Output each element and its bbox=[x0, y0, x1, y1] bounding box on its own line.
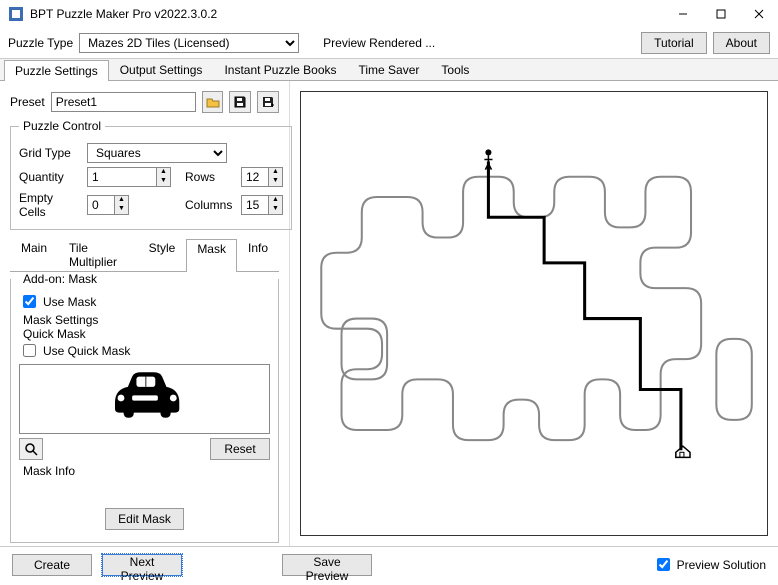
reset-mask-button[interactable]: Reset bbox=[210, 438, 270, 460]
empty-cells-stepper[interactable]: ▲▼ bbox=[115, 195, 129, 215]
quantity-stepper[interactable]: ▲▼ bbox=[157, 167, 171, 187]
maximize-button[interactable] bbox=[702, 0, 740, 28]
maze-preview bbox=[300, 91, 768, 536]
subtab-main[interactable]: Main bbox=[10, 238, 58, 271]
bottom-toolbar: Create Next Preview Save Preview Preview… bbox=[0, 546, 778, 582]
car-icon bbox=[100, 368, 190, 431]
mask-info-legend: Mask Info bbox=[19, 464, 79, 478]
close-button[interactable] bbox=[740, 0, 778, 28]
mask-info-group: Mask Info bbox=[19, 464, 270, 504]
save-preset-button[interactable] bbox=[229, 91, 251, 113]
grid-type-select[interactable]: Squares bbox=[87, 143, 227, 163]
save-preview-button[interactable]: Save Preview bbox=[282, 554, 372, 576]
create-button[interactable]: Create bbox=[12, 554, 92, 576]
preset-label: Preset bbox=[10, 95, 45, 109]
tab-time-saver[interactable]: Time Saver bbox=[348, 59, 431, 80]
open-preset-button[interactable] bbox=[202, 91, 224, 113]
rows-stepper[interactable]: ▲▼ bbox=[269, 167, 283, 187]
preview-solution-input[interactable] bbox=[657, 558, 670, 571]
rows-label: Rows bbox=[185, 170, 235, 184]
subtab-info[interactable]: Info bbox=[237, 238, 279, 271]
next-preview-button[interactable]: Next Preview bbox=[102, 554, 182, 576]
mask-settings-legend: Mask Settings bbox=[19, 313, 102, 327]
columns-stepper[interactable]: ▲▼ bbox=[269, 195, 283, 215]
minimize-button[interactable] bbox=[664, 0, 702, 28]
about-button[interactable]: About bbox=[713, 32, 770, 54]
tab-instant-books[interactable]: Instant Puzzle Books bbox=[213, 59, 347, 80]
columns-input[interactable] bbox=[241, 195, 269, 215]
preview-solution-label: Preview Solution bbox=[677, 558, 766, 572]
use-quick-mask-checkbox[interactable]: Use Quick Mask bbox=[19, 341, 270, 360]
tab-tools[interactable]: Tools bbox=[430, 59, 480, 80]
top-toolbar: Puzzle Type Mazes 2D Tiles (Licensed) Pr… bbox=[0, 28, 778, 59]
empty-cells-input[interactable] bbox=[87, 195, 115, 215]
use-mask-checkbox[interactable]: Use Mask bbox=[19, 292, 270, 311]
preview-status-label: Preview Rendered ... bbox=[323, 36, 435, 50]
preview-panel bbox=[290, 81, 778, 546]
mask-addon-legend: Add-on: Mask bbox=[19, 272, 101, 286]
tab-output-settings[interactable]: Output Settings bbox=[109, 59, 214, 80]
subtab-mask[interactable]: Mask bbox=[186, 239, 237, 272]
app-icon bbox=[8, 6, 24, 22]
puzzle-type-select[interactable]: Mazes 2D Tiles (Licensed) bbox=[79, 33, 299, 53]
columns-label: Columns bbox=[185, 198, 235, 212]
title-bar: BPT Puzzle Maker Pro v2022.3.0.2 bbox=[0, 0, 778, 28]
rows-input[interactable] bbox=[241, 167, 269, 187]
quantity-input[interactable] bbox=[87, 167, 157, 187]
grid-type-label: Grid Type bbox=[19, 146, 81, 160]
sub-tabstrip: Main Tile Multiplier Style Mask Info bbox=[10, 238, 279, 272]
edit-mask-button[interactable]: Edit Mask bbox=[105, 508, 184, 530]
zoom-mask-button[interactable] bbox=[19, 438, 43, 460]
subtab-style[interactable]: Style bbox=[138, 238, 187, 271]
window-title: BPT Puzzle Maker Pro v2022.3.0.2 bbox=[30, 7, 664, 21]
puzzle-control-group: Puzzle Control Grid Type Squares Quantit… bbox=[10, 119, 292, 230]
empty-cells-label: Empty Cells bbox=[19, 191, 81, 219]
use-quick-mask-input[interactable] bbox=[23, 344, 36, 357]
preview-solution-checkbox[interactable]: Preview Solution bbox=[653, 555, 766, 574]
use-mask-input[interactable] bbox=[23, 295, 36, 308]
main-tabstrip: Puzzle Settings Output Settings Instant … bbox=[0, 59, 778, 81]
puzzle-control-legend: Puzzle Control bbox=[19, 119, 105, 133]
mask-addon-group: Add-on: Mask Use Mask Mask Settings Quic… bbox=[10, 272, 279, 543]
puzzle-type-label: Puzzle Type bbox=[8, 36, 73, 50]
mask-settings-group: Mask Settings Quick Mask Use Quick Mask bbox=[19, 313, 270, 534]
mask-image-preview bbox=[19, 364, 270, 434]
use-mask-label: Use Mask bbox=[43, 295, 96, 309]
tab-puzzle-settings[interactable]: Puzzle Settings bbox=[4, 60, 109, 81]
quick-mask-group: Quick Mask Use Quick Mask bbox=[19, 327, 270, 534]
preset-input[interactable] bbox=[51, 92, 196, 112]
tutorial-button[interactable]: Tutorial bbox=[641, 32, 707, 54]
end-icon bbox=[676, 446, 690, 457]
left-panel: Preset Puzzle Control Grid Type Squares … bbox=[0, 81, 290, 546]
subtab-tile-mult[interactable]: Tile Multiplier bbox=[58, 238, 138, 271]
quick-mask-legend: Quick Mask bbox=[19, 327, 90, 341]
quantity-label: Quantity bbox=[19, 170, 81, 184]
use-quick-mask-label: Use Quick Mask bbox=[43, 344, 130, 358]
save-as-preset-button[interactable] bbox=[257, 91, 279, 113]
